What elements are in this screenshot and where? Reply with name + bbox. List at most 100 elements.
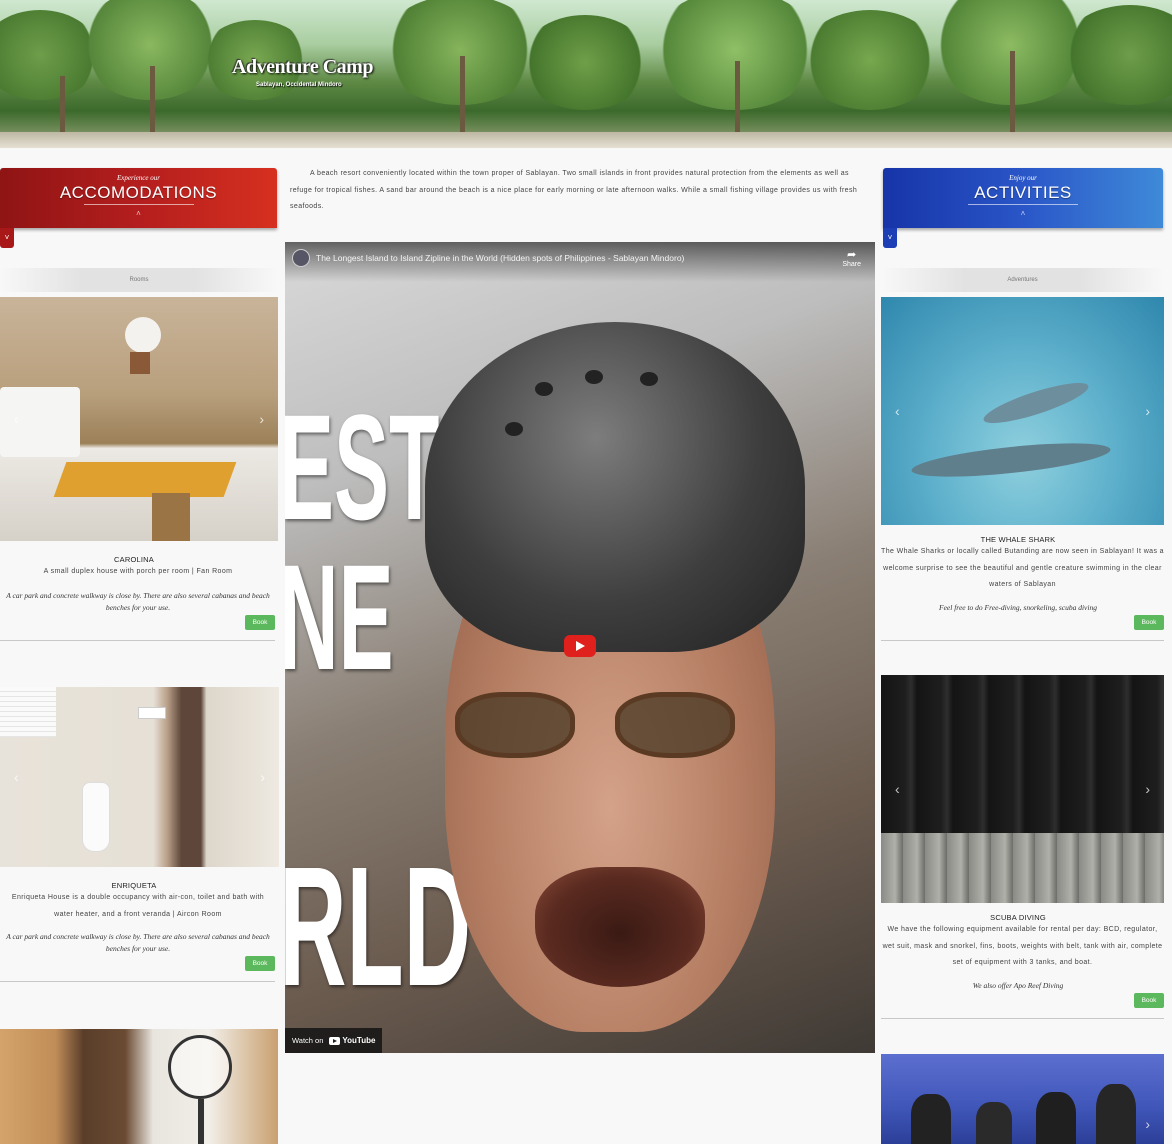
- share-label: Share: [842, 261, 861, 268]
- palm-trunk: [1010, 51, 1015, 136]
- room-note: A car park and concrete walkway is close…: [6, 932, 270, 953]
- diver-image: [911, 1094, 951, 1144]
- helmet-vent: [585, 370, 603, 384]
- youtube-icon: [329, 1036, 341, 1045]
- room-carousel[interactable]: ‹ ›: [0, 687, 279, 867]
- diver-image: [976, 1102, 1012, 1144]
- chevron-left-icon[interactable]: ‹: [895, 403, 900, 419]
- divider: [968, 204, 1078, 205]
- palm-trunk: [60, 76, 65, 136]
- divider: [0, 640, 275, 641]
- video-title[interactable]: The Longest Island to Island Zipline in …: [316, 253, 684, 263]
- youtube-video-embed[interactable]: EST NE RLD The Longest Island to Island …: [285, 242, 875, 1053]
- helmet-vent: [640, 372, 658, 386]
- watch-on-label: Watch on: [292, 1036, 324, 1045]
- accommodations-title: ACCOMODATIONS: [59, 183, 218, 202]
- adventure-title: SCUBA DIVING: [990, 913, 1046, 922]
- palm-tree-image: [800, 10, 940, 110]
- room-note: A car park and concrete walkway is close…: [6, 591, 270, 612]
- chevron-right-icon[interactable]: ›: [1145, 781, 1150, 797]
- accommodations-pre: Experience our: [117, 174, 160, 182]
- palm-trunk: [735, 61, 740, 136]
- video-helmet: [425, 322, 805, 652]
- palm-tree-image: [520, 15, 650, 110]
- sunglasses-lens: [615, 692, 735, 758]
- chevron-left-icon[interactable]: ‹: [14, 769, 19, 785]
- intro-paragraph: A beach resort conveniently located with…: [290, 170, 858, 210]
- youtube-logo: YouTube: [329, 1028, 375, 1053]
- chevron-up-icon[interactable]: ˄: [883, 209, 1163, 218]
- beach-sand: [0, 132, 1172, 148]
- palm-trunk: [150, 66, 155, 136]
- room-carousel[interactable]: [0, 1029, 278, 1144]
- divider: [83, 204, 194, 205]
- book-button[interactable]: Book: [1134, 993, 1164, 1008]
- fan-stand: [198, 1099, 204, 1144]
- chevron-right-icon[interactable]: ›: [1145, 1116, 1150, 1132]
- room-carousel[interactable]: ‹ ›: [0, 297, 278, 541]
- adventure-title: THE WHALE SHARK: [980, 535, 1056, 544]
- book-button[interactable]: Book: [245, 956, 275, 971]
- adventure-carousel[interactable]: ›: [881, 1054, 1164, 1144]
- hero-banner: Adventure Camp Sablayan, Occidental Mind…: [0, 0, 1172, 148]
- adventure-note: Feel free to do Free-diving, snorkeling,…: [939, 603, 1097, 612]
- adventure-description: The Whale Sharks or locally called Butan…: [881, 548, 1164, 588]
- share-icon: ➦: [847, 249, 857, 261]
- video-mouth: [535, 867, 705, 987]
- water-heater: [138, 707, 166, 719]
- diver-image: [1096, 1084, 1136, 1144]
- chevron-left-icon[interactable]: ‹: [895, 781, 900, 797]
- adventure-description: We have the following equipment availabl…: [882, 926, 1163, 966]
- site-title[interactable]: Adventure Camp: [232, 56, 373, 79]
- book-button[interactable]: Book: [1134, 615, 1164, 630]
- site-subtitle: Sablayan, Occidental Mindoro: [256, 82, 342, 88]
- flower-decor: [125, 317, 161, 353]
- diver-image: [1036, 1092, 1076, 1144]
- divider: [0, 981, 275, 982]
- tanks-image: [881, 833, 1164, 903]
- channel-avatar[interactable]: [292, 249, 310, 267]
- accommodations-header[interactable]: Experience our ACCOMODATIONS ˄: [0, 168, 277, 228]
- room-title: ENRIQUETA: [111, 881, 157, 890]
- side-stool: [152, 493, 190, 541]
- vase: [130, 352, 150, 374]
- adventures-subtab[interactable]: Adventures: [881, 268, 1164, 292]
- room-description: Enriqueta House is a double occupancy wi…: [11, 894, 265, 918]
- youtube-label: YouTube: [342, 1036, 376, 1045]
- toilet: [82, 782, 110, 852]
- window-blinds: [0, 687, 56, 737]
- adventure-carousel[interactable]: ‹ ›: [881, 297, 1164, 525]
- video-overlay-text: NE: [285, 533, 394, 701]
- room-title: CAROLINA: [114, 555, 154, 564]
- chevron-left-icon[interactable]: ‹: [14, 411, 19, 427]
- helmet-vent: [535, 382, 553, 396]
- divider: [881, 1018, 1164, 1019]
- play-button[interactable]: [564, 635, 596, 657]
- chevron-right-icon[interactable]: ›: [260, 769, 265, 785]
- adventure-note: We also offer Apo Reef Diving: [972, 981, 1064, 990]
- activities-title: ACTIVITIES: [974, 183, 1072, 202]
- activities-header[interactable]: Enjoy our ACTIVITIES ˄: [883, 168, 1163, 228]
- activities-pre: Enjoy our: [1009, 174, 1037, 182]
- bed-runner: [53, 462, 237, 497]
- adventure-carousel[interactable]: ‹ ›: [881, 675, 1164, 903]
- chevron-up-icon[interactable]: ˄: [0, 209, 277, 218]
- rooms-subtab[interactable]: Rooms: [0, 268, 278, 292]
- sunglasses-lens: [455, 692, 575, 758]
- video-overlay-text: RLD: [285, 832, 472, 1022]
- watch-on-youtube-button[interactable]: Watch on YouTube: [285, 1028, 383, 1053]
- divider: [881, 640, 1164, 641]
- chevron-right-icon[interactable]: ›: [259, 411, 264, 427]
- book-button[interactable]: Book: [245, 615, 275, 630]
- chevron-down-icon[interactable]: ˅: [0, 228, 14, 248]
- pillow: [0, 387, 80, 457]
- palm-trunk: [460, 56, 465, 136]
- video-sunglasses: [455, 692, 745, 762]
- chevron-down-icon[interactable]: ˅: [883, 228, 897, 248]
- shark-image: [910, 436, 1112, 484]
- share-button[interactable]: ➦ Share: [842, 248, 861, 268]
- video-overlay-text: EST: [285, 383, 440, 551]
- chevron-right-icon[interactable]: ›: [1145, 403, 1150, 419]
- shark-image: [980, 375, 1092, 431]
- room-description: A small duplex house with porch per room…: [43, 568, 233, 575]
